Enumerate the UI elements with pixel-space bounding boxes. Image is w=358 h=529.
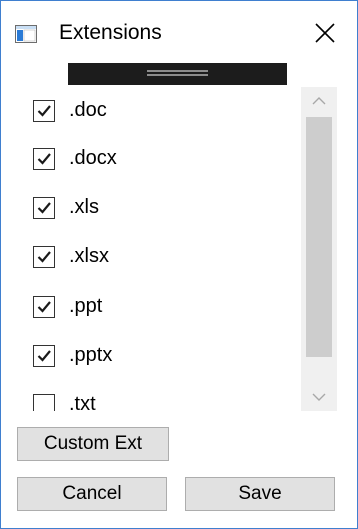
extension-label: .xlsx (69, 245, 109, 267)
close-button[interactable] (305, 13, 345, 53)
checkmark-icon (37, 301, 51, 313)
extension-label: .docx (69, 147, 117, 169)
extension-item-txt[interactable]: .txt (19, 385, 297, 411)
checkbox-docx[interactable] (33, 148, 55, 170)
window-title: Extensions (59, 21, 162, 44)
checkmark-icon (37, 202, 51, 214)
checkmark-icon (37, 105, 51, 117)
cancel-button[interactable]: Cancel (17, 477, 167, 511)
checkbox-txt[interactable] (33, 394, 55, 411)
checkbox-pptx[interactable] (33, 345, 55, 367)
checkmark-icon (37, 350, 51, 362)
extension-item-xlsx[interactable]: .xlsx (19, 237, 297, 277)
scroll-down-button[interactable] (301, 383, 337, 411)
chevron-up-icon (312, 97, 326, 105)
extension-item-xls[interactable]: .xls (19, 188, 297, 228)
extension-item-docx[interactable]: .docx (19, 139, 297, 179)
checkbox-doc[interactable] (33, 100, 55, 122)
extension-label: .txt (69, 393, 96, 411)
grip-line (147, 70, 208, 72)
window-app-icon (15, 25, 37, 43)
extension-label: .doc (69, 99, 107, 121)
custom-ext-button[interactable]: Custom Ext (17, 427, 169, 461)
checkbox-xls[interactable] (33, 197, 55, 219)
extension-item-doc[interactable]: .doc (19, 91, 297, 131)
checkbox-ppt[interactable] (33, 296, 55, 318)
grip-line (147, 74, 208, 76)
extensions-dialog: Extensions .doc .docx .xls .xlsx .ppt .p… (0, 0, 358, 529)
checkmark-icon (37, 251, 51, 263)
extension-label: .pptx (69, 344, 113, 366)
save-button[interactable]: Save (185, 477, 335, 511)
extensions-list: .doc .docx .xls .xlsx .ppt .pptx .txt (19, 89, 297, 411)
extension-item-pptx[interactable]: .pptx (19, 336, 297, 376)
title-bar[interactable]: Extensions (1, 1, 357, 61)
drag-handle[interactable] (68, 63, 287, 85)
close-icon (315, 23, 335, 43)
checkmark-icon (37, 153, 51, 165)
extension-label: .xls (69, 196, 99, 218)
checkbox-xlsx[interactable] (33, 246, 55, 268)
scroll-up-button[interactable] (301, 87, 337, 115)
extension-label: .ppt (69, 295, 103, 317)
vertical-scrollbar[interactable] (301, 87, 337, 411)
extension-item-ppt[interactable]: .ppt (19, 287, 297, 327)
chevron-down-icon (312, 393, 326, 401)
scroll-thumb[interactable] (306, 117, 332, 357)
